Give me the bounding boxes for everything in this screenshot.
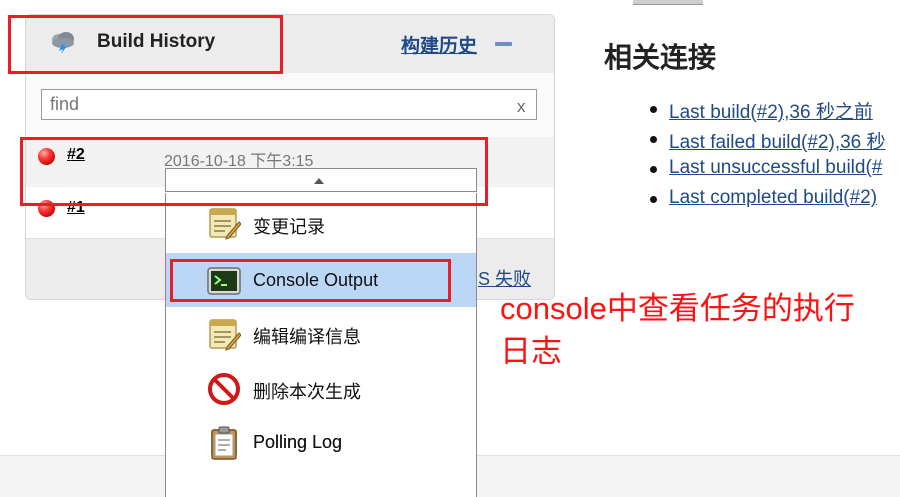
menu-item-label: 编辑编译信息 <box>253 327 361 347</box>
build-search-input[interactable] <box>41 89 537 120</box>
highlight-box-build-history <box>8 15 283 74</box>
list-item: Last failed build(#2),36 秒 <box>648 127 900 157</box>
menu-item-label: Polling Log <box>253 432 343 452</box>
menu-item-label: 变更记录 <box>253 217 325 237</box>
edit-notepad-icon <box>209 319 241 351</box>
list-item: Last completed build(#2) <box>648 187 900 217</box>
menu-bottom-extension <box>165 455 477 497</box>
highlight-box-build-row <box>20 137 488 206</box>
related-links-heading: 相关连接 <box>604 42 717 73</box>
highlight-box-console-output <box>170 259 451 302</box>
collapse-minus-icon[interactable] <box>495 42 512 46</box>
last-build-link[interactable]: Last build(#2),36 秒之前 <box>669 102 873 123</box>
related-links-list: Last build(#2),36 秒之前 Last failed build(… <box>648 97 900 217</box>
annotation-text: console中查看任务的执行 日志 <box>500 287 895 373</box>
annotation-line: console中查看任务的执行 <box>500 291 855 326</box>
no-entry-icon <box>208 373 240 405</box>
top-icon <box>633 0 703 5</box>
list-item: Last build(#2),36 秒之前 <box>648 97 900 127</box>
screenshot-stage: Build History 构建历史 x #2 2016-10-18 下午3:1… <box>0 0 900 497</box>
last-failed-build-link[interactable]: Last failed build(#2),36 秒 <box>669 132 886 153</box>
last-unsuccessful-build-link[interactable]: Last unsuccessful build(# <box>669 157 882 178</box>
menu-item-label: 删除本次生成 <box>253 382 361 402</box>
last-completed-build-link[interactable]: Last completed build(#2) <box>669 187 877 208</box>
list-item: Last unsuccessful build(# <box>648 157 900 187</box>
annotation-line: 日志 <box>500 334 562 369</box>
build-trend-link[interactable]: 构建历史 <box>401 31 477 58</box>
search-clear-icon[interactable]: x <box>517 97 526 117</box>
clipboard-icon <box>211 426 237 460</box>
changes-notepad-icon <box>209 208 241 240</box>
